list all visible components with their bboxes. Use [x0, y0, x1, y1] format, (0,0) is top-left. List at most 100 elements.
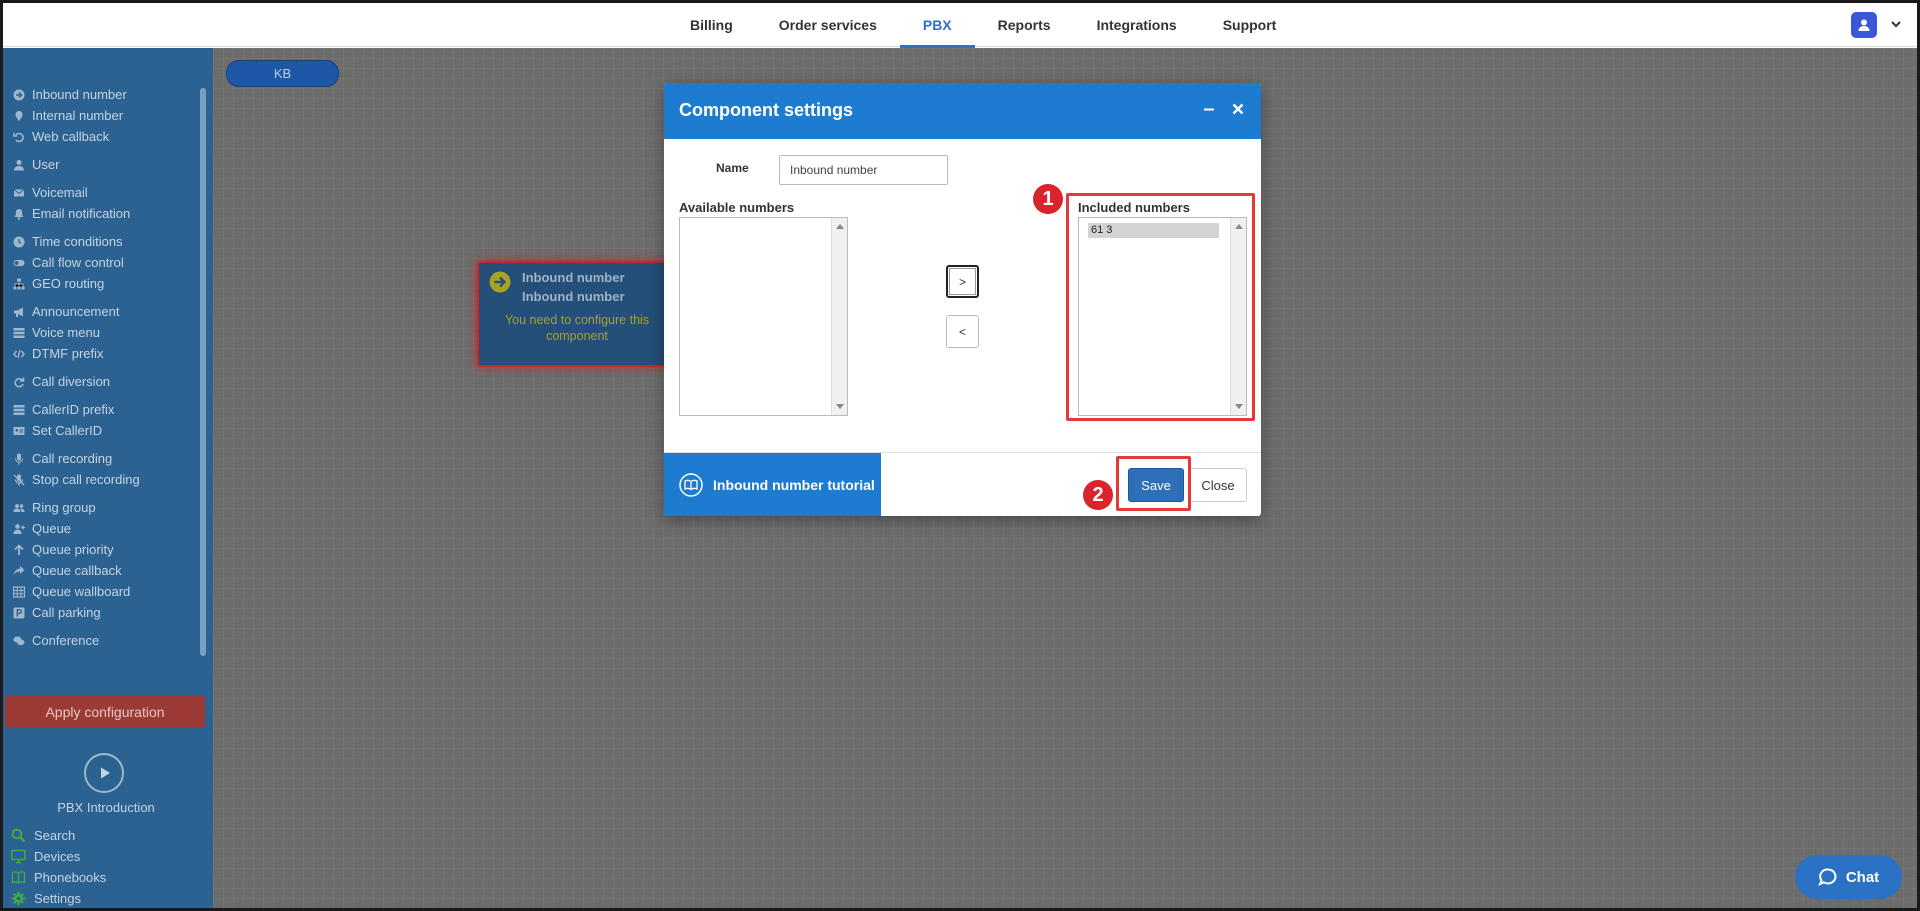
available-numbers-list[interactable]: [679, 217, 848, 416]
sidebar-link-devices[interactable]: Devices: [11, 846, 106, 867]
book-open-icon: [679, 473, 703, 497]
sidebar-item-label: Voice menu: [32, 325, 100, 340]
minimize-icon[interactable]: [1201, 101, 1217, 117]
sidebar-item-call-diversion[interactable]: Call diversion: [3, 371, 203, 392]
book-icon: [11, 871, 26, 884]
chevron-down-icon[interactable]: [1889, 17, 1903, 31]
sidebar-item-voicemail[interactable]: Voicemail: [3, 182, 203, 203]
close-icon[interactable]: [1230, 101, 1246, 117]
play-icon: [101, 767, 110, 779]
component-list: Inbound number Internal number Web callb…: [3, 84, 203, 651]
arrow-circle-icon: [13, 89, 25, 100]
undo-icon: [13, 132, 24, 142]
sidebar-item-geo-routing[interactable]: GEO routing: [3, 273, 203, 294]
sidebar-item-callerid-prefix[interactable]: CallerID prefix: [3, 399, 203, 420]
search-icon: [11, 828, 26, 843]
sidebar-item-stop-call-recording[interactable]: Stop call recording: [3, 469, 203, 490]
sidebar-item-queue-wallboard[interactable]: Queue wallboard: [3, 581, 203, 602]
sidebar-item-email-notification[interactable]: Email notification: [3, 203, 203, 224]
apply-configuration-button[interactable]: Apply configuration: [5, 696, 205, 728]
sidebar-item-web-callback[interactable]: Web callback: [3, 126, 203, 147]
sidebar-item-set-callerid[interactable]: Set CallerID: [3, 420, 203, 441]
sidebar-link-search[interactable]: Search: [11, 825, 106, 846]
sidebar-item-queue[interactable]: Queue: [3, 518, 203, 539]
sidebar-item-label: Conference: [32, 633, 100, 648]
sidebar-item-internal-number[interactable]: Internal number: [3, 105, 203, 126]
sidebar-item-call-flow-control[interactable]: Call flow control: [3, 252, 203, 273]
sidebar-link-label: Search: [34, 828, 76, 843]
user-plus-icon: [13, 523, 25, 534]
sidebar-item-label: Queue wallboard: [32, 584, 131, 599]
step-badge-1: 1: [1033, 184, 1063, 214]
chat-button[interactable]: Chat: [1795, 855, 1902, 899]
redo-icon: [14, 377, 25, 388]
sidebar-item-label: Queue priority: [32, 542, 114, 557]
sidebar-item-label: User: [32, 157, 60, 172]
sidebar-item-queue-priority[interactable]: Queue priority: [3, 539, 203, 560]
main-nav: Billing Order services PBX Reports Integ…: [667, 3, 1300, 48]
sidebar-scrollbar[interactable]: [200, 88, 206, 656]
bullhorn-icon: [14, 307, 23, 317]
nav-support[interactable]: Support: [1200, 3, 1300, 47]
sidebar-item-queue-callback[interactable]: Queue callback: [3, 560, 203, 581]
nav-reports[interactable]: Reports: [975, 3, 1074, 47]
nav-billing[interactable]: Billing: [667, 3, 756, 47]
kb-button[interactable]: KB: [226, 60, 339, 87]
monitor-icon: [11, 849, 26, 864]
sidebar-item-inbound-number[interactable]: Inbound number: [3, 84, 203, 105]
sidebar-item-user[interactable]: User: [3, 154, 203, 175]
move-left-button[interactable]: <: [946, 315, 979, 348]
sidebar-item-voice-menu[interactable]: Voice menu: [3, 322, 203, 343]
parking-icon: [13, 607, 25, 618]
user-menu-button[interactable]: [1851, 12, 1877, 38]
list-scrollbar[interactable]: [831, 218, 847, 415]
nav-order-services[interactable]: Order services: [756, 3, 900, 47]
sidebar: Inbound number Internal number Web callb…: [3, 48, 213, 908]
sidebar-item-label: Announcement: [32, 304, 120, 319]
nav-integrations[interactable]: Integrations: [1074, 3, 1200, 47]
tutorial-link[interactable]: Inbound number tutorial: [664, 453, 881, 516]
sidebar-link-settings[interactable]: Settings: [11, 888, 106, 908]
code-icon: [13, 349, 25, 358]
sidebar-item-label: Call flow control: [32, 255, 124, 270]
pbx-introduction-label: PBX Introduction: [57, 800, 155, 815]
name-field[interactable]: [779, 155, 948, 185]
chat-bubble-icon: [1817, 868, 1837, 886]
sidebar-item-call-recording[interactable]: Call recording: [3, 448, 203, 469]
sidebar-item-label: Call parking: [32, 605, 101, 620]
sidebar-item-announcement[interactable]: Announcement: [3, 301, 203, 322]
name-label: Name: [716, 161, 749, 175]
users-icon: [13, 503, 25, 512]
gear-icon: [11, 891, 26, 906]
sidebar-item-label: Stop call recording: [32, 472, 140, 487]
play-button[interactable]: [84, 753, 124, 793]
user-icon: [14, 159, 24, 170]
move-right-button[interactable]: >: [946, 265, 979, 298]
sidebar-link-phonebooks[interactable]: Phonebooks: [11, 867, 106, 888]
sidebar-item-time-conditions[interactable]: Time conditions: [3, 231, 203, 252]
sidebar-item-label: Call recording: [32, 451, 113, 466]
sidebar-item-label: Internal number: [32, 108, 124, 123]
sidebar-item-conference[interactable]: Conference: [3, 630, 203, 651]
sidebar-item-label: Queue callback: [32, 563, 122, 578]
dialog-header: Component settings: [664, 83, 1261, 139]
arrow-up-icon: [14, 543, 24, 555]
sidebar-bottom-links: Search Devices Phonebooks Settings: [11, 825, 106, 908]
sidebar-link-label: Devices: [34, 849, 81, 864]
sidebar-item-dtmf-prefix[interactable]: DTMF prefix: [3, 343, 203, 364]
node-title: Inbound number: [522, 270, 625, 285]
nav-pbx[interactable]: PBX: [899, 3, 975, 48]
sidebar-item-label: CallerID prefix: [32, 402, 115, 417]
dialog-title: Component settings: [679, 100, 853, 120]
chat-label: Chat: [1845, 868, 1880, 886]
scrollbar-thumb[interactable]: [200, 88, 206, 656]
sidebar-item-ring-group[interactable]: Ring group: [3, 497, 203, 518]
sidebar-item-label: GEO routing: [32, 276, 105, 291]
close-button[interactable]: Close: [1189, 468, 1247, 502]
microphone-slash-icon: [13, 474, 25, 485]
app-window: Billing Order services PBX Reports Integ…: [3, 3, 1917, 908]
arrow-circle-icon: [489, 271, 511, 293]
sidebar-item-label: Queue: [32, 521, 72, 536]
inbound-number-node[interactable]: Inbound number Inbound number You need t…: [477, 261, 667, 367]
sidebar-item-call-parking[interactable]: Call parking: [3, 602, 203, 623]
